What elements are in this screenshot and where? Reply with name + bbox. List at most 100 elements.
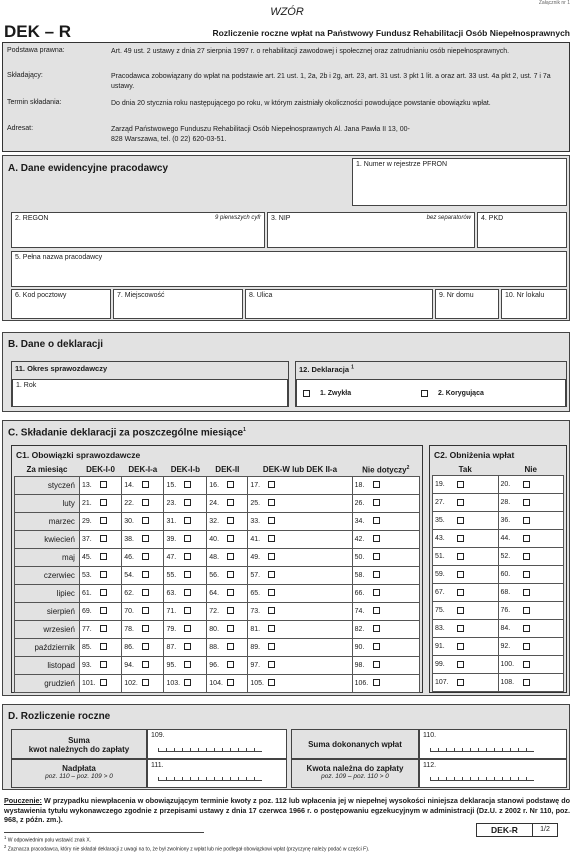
checkbox[interactable] xyxy=(457,570,464,578)
checkbox[interactable] xyxy=(457,516,464,524)
checkbox[interactable] xyxy=(99,553,107,561)
checkbox[interactable] xyxy=(522,516,530,524)
checkbox[interactable] xyxy=(99,661,107,669)
reduction-cell[interactable]: 19. xyxy=(432,475,499,494)
reduction-cell[interactable]: 60. xyxy=(497,565,564,584)
report-cell[interactable]: 69. xyxy=(78,601,123,621)
report-cell[interactable]: 82. xyxy=(351,619,421,639)
checkbox[interactable] xyxy=(457,642,464,650)
reduction-cell[interactable]: 83. xyxy=(432,619,499,638)
report-cell[interactable]: 62. xyxy=(121,583,165,603)
field-112[interactable]: 112. xyxy=(419,759,567,788)
report-cell[interactable]: 14. xyxy=(121,475,165,495)
report-cell[interactable]: 13. xyxy=(78,475,123,495)
checkbox[interactable] xyxy=(268,499,276,507)
checkbox[interactable] xyxy=(457,678,464,686)
checkbox[interactable] xyxy=(184,589,192,597)
report-cell[interactable]: 26. xyxy=(351,493,421,513)
report-cell[interactable]: 46. xyxy=(121,547,165,567)
checkbox[interactable] xyxy=(99,607,107,615)
checkbox[interactable] xyxy=(184,679,192,687)
reduction-cell[interactable]: 36. xyxy=(497,511,564,530)
checkbox[interactable] xyxy=(142,481,150,489)
checkbox[interactable] xyxy=(227,625,235,633)
report-cell[interactable]: 96. xyxy=(206,655,249,675)
checkbox[interactable] xyxy=(227,535,235,543)
checkbox[interactable] xyxy=(227,517,235,525)
report-cell[interactable]: 74. xyxy=(351,601,421,621)
checkbox[interactable] xyxy=(522,534,530,542)
checkbox[interactable] xyxy=(99,679,107,687)
option-regular[interactable]: 1. Zwykła xyxy=(303,390,351,397)
field-city[interactable]: 7. Miejscowość xyxy=(113,289,243,319)
checkbox[interactable] xyxy=(268,553,276,561)
checkbox[interactable] xyxy=(184,625,192,633)
checkbox[interactable] xyxy=(372,553,380,561)
report-cell[interactable]: 18. xyxy=(351,475,421,495)
checkbox[interactable] xyxy=(457,480,464,488)
report-cell[interactable]: 64. xyxy=(206,583,249,603)
checkbox[interactable] xyxy=(142,661,150,669)
report-cell[interactable]: 21. xyxy=(78,493,123,513)
field-year[interactable]: 1. Rok xyxy=(12,379,288,407)
report-cell[interactable]: 65. xyxy=(247,583,353,603)
reduction-cell[interactable]: 91. xyxy=(432,637,499,656)
checkbox[interactable] xyxy=(457,588,464,596)
checkbox[interactable] xyxy=(457,534,464,542)
reduction-cell[interactable]: 20. xyxy=(497,475,564,494)
report-cell[interactable]: 98. xyxy=(351,655,421,675)
report-cell[interactable]: 41. xyxy=(247,529,353,549)
report-cell[interactable]: 48. xyxy=(206,547,249,567)
checkbox[interactable] xyxy=(184,517,192,525)
checkbox[interactable] xyxy=(522,498,530,506)
checkbox[interactable] xyxy=(227,481,235,489)
checkbox[interactable] xyxy=(142,607,150,615)
checkbox[interactable] xyxy=(142,535,150,543)
checkbox[interactable] xyxy=(184,643,192,651)
field-employer-name[interactable]: 5. Pełna nazwa pracodawcy xyxy=(11,251,567,287)
report-cell[interactable]: 16. xyxy=(206,475,249,495)
report-cell[interactable]: 54. xyxy=(121,565,165,585)
checkbox[interactable] xyxy=(372,499,380,507)
checkbox[interactable] xyxy=(227,589,235,597)
checkbox[interactable] xyxy=(184,553,192,561)
option-correction[interactable]: 2. Korygująca xyxy=(421,390,484,397)
report-cell[interactable]: 81. xyxy=(247,619,353,639)
report-cell[interactable]: 37. xyxy=(78,529,123,549)
checkbox[interactable] xyxy=(268,661,276,669)
report-cell[interactable]: 56. xyxy=(206,565,249,585)
report-cell[interactable]: 88. xyxy=(206,637,249,657)
report-cell[interactable]: 42. xyxy=(351,529,421,549)
checkbox[interactable] xyxy=(99,481,107,489)
reduction-cell[interactable]: 59. xyxy=(432,565,499,584)
report-cell[interactable]: 106. xyxy=(351,673,421,693)
field-house-number[interactable]: 9. Nr domu xyxy=(435,289,499,319)
checkbox[interactable] xyxy=(268,589,276,597)
report-cell[interactable]: 70. xyxy=(121,601,165,621)
checkbox[interactable] xyxy=(227,499,235,507)
report-cell[interactable]: 58. xyxy=(351,565,421,585)
reduction-cell[interactable]: 44. xyxy=(497,529,564,548)
reduction-cell[interactable]: 99. xyxy=(432,655,499,674)
checkbox[interactable] xyxy=(184,535,192,543)
report-cell[interactable]: 23. xyxy=(163,493,208,513)
reduction-cell[interactable]: 51. xyxy=(432,547,499,566)
field-street[interactable]: 8. Ulica xyxy=(245,289,433,319)
report-cell[interactable]: 73. xyxy=(247,601,353,621)
report-cell[interactable]: 89. xyxy=(247,637,353,657)
checkbox[interactable] xyxy=(522,588,530,596)
reduction-cell[interactable]: 76. xyxy=(497,601,564,620)
checkbox[interactable] xyxy=(522,570,530,578)
checkbox[interactable] xyxy=(457,606,464,614)
report-cell[interactable]: 15. xyxy=(163,475,208,495)
checkbox[interactable] xyxy=(372,625,380,633)
report-cell[interactable]: 50. xyxy=(351,547,421,567)
report-cell[interactable]: 101. xyxy=(78,673,123,693)
checkbox[interactable] xyxy=(372,607,380,615)
reduction-cell[interactable]: 108. xyxy=(497,673,564,692)
report-cell[interactable]: 90. xyxy=(351,637,421,657)
report-cell[interactable]: 53. xyxy=(78,565,123,585)
report-cell[interactable]: 104. xyxy=(206,673,249,693)
reduction-cell[interactable]: 92. xyxy=(497,637,564,656)
reduction-cell[interactable]: 52. xyxy=(497,547,564,566)
